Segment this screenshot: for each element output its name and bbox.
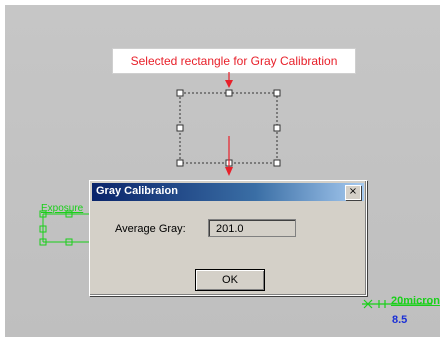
dialog-title: Gray Calibraion <box>96 185 178 197</box>
ok-button[interactable]: OK <box>195 269 265 291</box>
close-icon: × <box>348 186 358 197</box>
dialog-titlebar[interactable]: Gray Calibraion × <box>92 183 364 201</box>
average-gray-value: 201.0 <box>208 219 296 237</box>
close-button[interactable]: × <box>345 185 361 200</box>
calibration-callout: Selected rectangle for Gray Calibration <box>112 48 356 74</box>
exposure-label: Exposure <box>41 203 84 214</box>
gray-calibration-dialog: Gray Calibraion × Average Gray: 201.0 OK <box>89 180 367 296</box>
scale-label: 20micron <box>391 295 440 307</box>
scale-value: 8.5 <box>392 314 408 326</box>
average-gray-label: Average Gray: <box>115 223 186 235</box>
